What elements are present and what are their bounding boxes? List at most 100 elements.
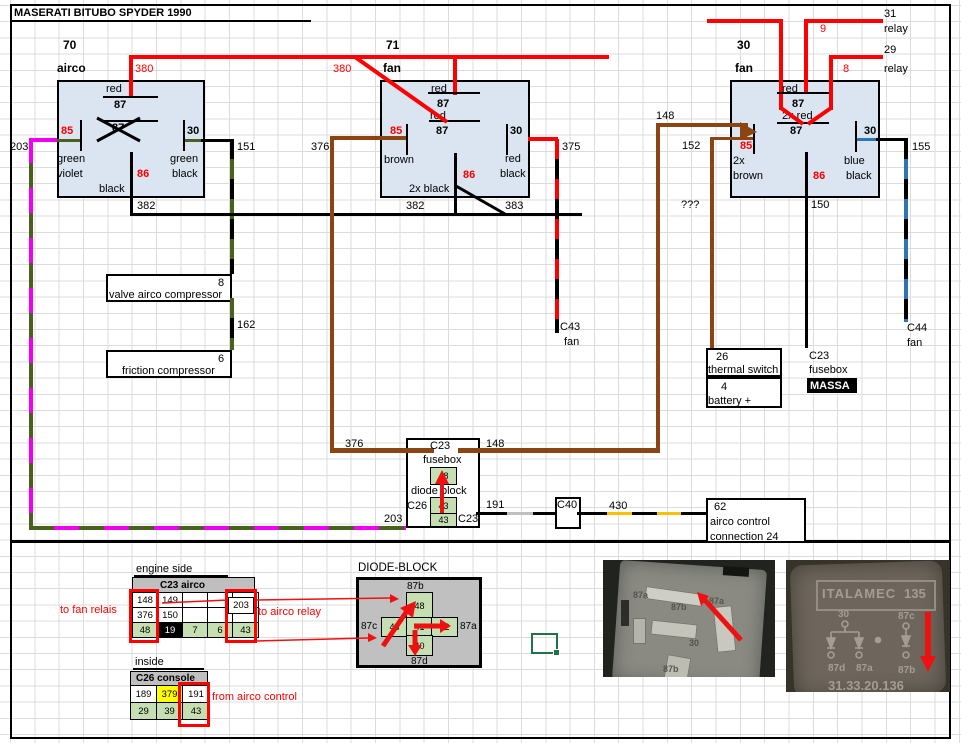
diode-pin-87d: 87d (411, 656, 428, 667)
wiring-diagram-sheet[interactable]: 48 43 43 (0, 0, 961, 743)
wire-brown-148-h (656, 123, 748, 127)
engine-side-label: engine side (136, 563, 192, 575)
page-title: MASERATI BITUBO SPYDER 1990 (14, 7, 192, 19)
photo2-87d: 87d (828, 663, 845, 674)
c23airco-cell: 149 (158, 593, 183, 608)
c23airco-header-label: C23 airco (160, 580, 205, 591)
inside-underline (133, 668, 204, 670)
valve-label: valve airco compressor (109, 289, 222, 301)
r70-85: 85 (61, 125, 73, 137)
r71-tick85 (406, 124, 408, 155)
r30-85: 85 (740, 140, 752, 152)
r70-red-label: red (106, 83, 122, 95)
wire-red-31a (707, 19, 783, 23)
r30-87a: 87 (792, 98, 804, 110)
wire-label-9: 9 (820, 23, 826, 35)
mini-cell-43b: 43 (430, 513, 457, 527)
r71-87a: 87 (437, 98, 449, 110)
photo1-label-87b-mid: 87b (671, 602, 687, 612)
thermal-label: thermal switch (708, 364, 778, 376)
massa-label: MASSA (810, 380, 850, 392)
r30-30: 30 (864, 125, 876, 137)
photo1-label-30: 30 (689, 638, 699, 648)
mini-c23-bottom: C23 (458, 513, 478, 525)
wire-label-382a: 382 (137, 200, 155, 212)
wire-red-v-806 (804, 19, 808, 93)
mini-c23-top: C23 (430, 440, 450, 452)
wire-label-162: 162 (237, 319, 255, 331)
wire-label-430: 430 (609, 500, 627, 512)
photo2-model: 135 (904, 586, 926, 601)
r30-2x: 2x (733, 155, 745, 167)
active-cell-cursor[interactable] (531, 633, 558, 654)
wire-382-bus (130, 213, 582, 216)
r30-bar87b (777, 122, 829, 124)
relay30-number: 30 (737, 39, 750, 52)
wire-label-unknown: ??? (681, 199, 699, 211)
wire-label-148a: 148 (656, 110, 674, 122)
r30-blue: blue (844, 155, 865, 167)
c26-cell: 189 (131, 686, 157, 703)
wire-label-383: 383 (505, 200, 523, 212)
from-airco-control-label: from airco control (212, 691, 297, 703)
r30-86: 86 (813, 170, 825, 182)
relay70-name: airco (57, 62, 86, 75)
wire-magenta-stub (31, 138, 57, 142)
fill-handle[interactable] (553, 649, 560, 656)
diode-pin-87b: 87b (407, 581, 424, 592)
wire-203-horizontal (29, 526, 406, 530)
relay31-label: relay (884, 23, 908, 35)
r71-tick30 (506, 124, 508, 155)
c23airco-cell: 19 (158, 623, 183, 638)
diode-pin-87a: 87a (460, 621, 477, 632)
photo2-87c: 87c (898, 611, 915, 622)
r30-tick85 (753, 124, 755, 154)
r71-86: 86 (463, 169, 475, 181)
title-underline (10, 20, 311, 22)
diode-cell-42: 42 (431, 617, 458, 637)
wire-430-yellow2 (657, 512, 681, 515)
r30-87b: 87 (790, 125, 802, 137)
c23airco-cell (183, 608, 208, 623)
battery-number: 4 (721, 381, 727, 393)
photo1-label-87a-right: 87a (709, 596, 724, 606)
wire-red-v-831 (829, 55, 833, 110)
relay29-label: relay (884, 63, 908, 75)
wire-label-203b: 203 (384, 513, 402, 525)
photo2-87b: 87b (898, 665, 915, 676)
r70-green1: green (57, 153, 85, 165)
c23airco-cell (183, 593, 208, 608)
mini-c26-label: C26 (407, 500, 427, 512)
relay71-number: 71 (386, 39, 399, 52)
c40-label: C40 (557, 499, 577, 511)
c44-label2: fan (907, 337, 922, 349)
wire-430-c (681, 512, 706, 515)
r30-tick30 (855, 121, 857, 152)
valve-number: 8 (218, 277, 224, 289)
r70-30: 30 (187, 125, 199, 137)
wire-red-v-782 (779, 19, 783, 110)
c23airco-highlight-col1 (129, 589, 159, 643)
wire-black-151 (201, 139, 233, 142)
wire-black-86-r71 (454, 153, 457, 215)
r70-black3: black (99, 183, 125, 195)
diode-block-title: DIODE-BLOCK (358, 562, 437, 575)
wire-label-380b: 380 (333, 63, 351, 75)
r71-85: 85 (390, 125, 402, 137)
relay31-number: 31 (884, 8, 896, 20)
wire-red-31b (804, 19, 883, 23)
relay-notch (723, 566, 750, 577)
c23airco-cell: 150 (158, 608, 183, 623)
wire-191-a (476, 512, 507, 515)
wire-151-vertical (230, 139, 234, 274)
r70-bar87 (103, 96, 158, 98)
wire-label-380a: 380 (135, 63, 153, 75)
c23-label1: C23 (809, 350, 829, 362)
wire-162-vertical (230, 298, 234, 350)
photo2-part-number: 31.33.20.136 (828, 678, 904, 692)
c44-label1: C44 (907, 322, 927, 334)
r71-black2: black (500, 168, 526, 180)
r71-87b: 87 (436, 125, 448, 137)
wire-430-b (632, 512, 657, 515)
r71-red1: red (431, 83, 447, 95)
